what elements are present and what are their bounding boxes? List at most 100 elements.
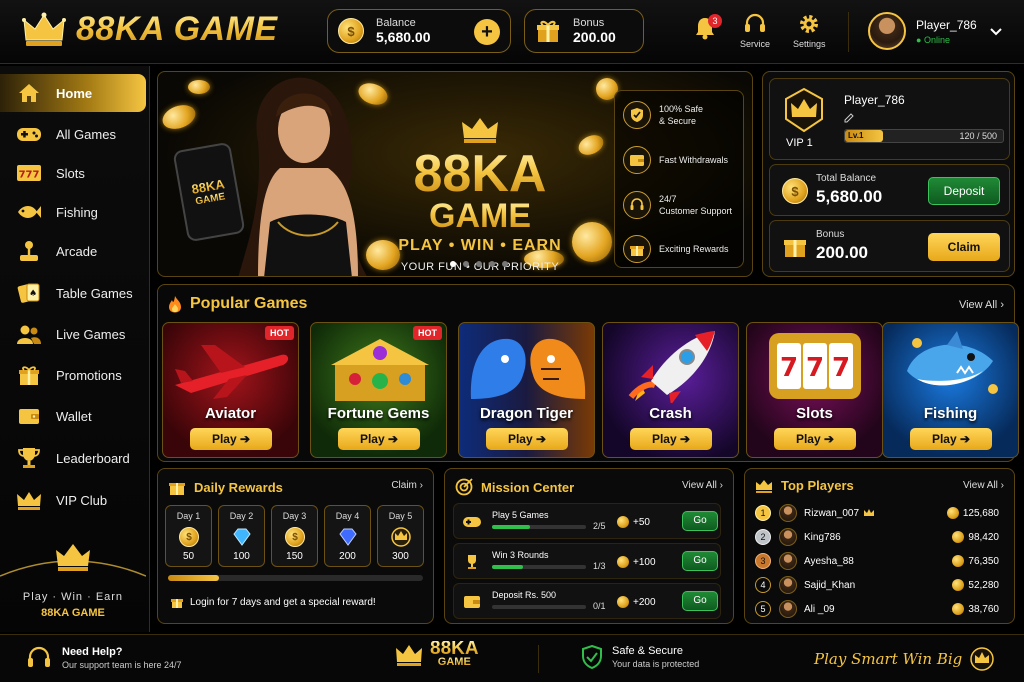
sidebar-item-vip-club[interactable]: VIP Club	[0, 481, 146, 519]
bonus-pill[interactable]: Bonus 200.00	[524, 9, 644, 53]
carousel-dots[interactable]	[450, 261, 508, 267]
hero-banner[interactable]: 88KA GAME 88KA GAME PLAY • WIN • EARN YO…	[157, 71, 753, 277]
deposit-button[interactable]: Deposit	[928, 177, 1000, 205]
game-card-slots[interactable]: 7 7 7 Slots Play ➔	[746, 322, 883, 458]
play-button[interactable]: Play ➔	[486, 428, 568, 450]
sidebar-item-wallet[interactable]: Wallet	[0, 397, 146, 435]
player-avatar	[779, 504, 797, 522]
balance-pill[interactable]: $ Balance 5,680.00 +	[327, 9, 511, 53]
sidebar-item-slots[interactable]: 777 Slots	[0, 154, 146, 192]
vip-username: Player_786	[844, 93, 905, 107]
banner-title: 88KA GAME PLAY • WIN • EARN YOUR FUN • O…	[380, 116, 580, 273]
mission-go-button[interactable]: Go	[682, 591, 718, 611]
wallet-icon	[16, 405, 42, 427]
sidebar-item-label: Promotions	[56, 367, 122, 383]
claim-bonus-button[interactable]: Claim	[928, 233, 1000, 261]
profile-menu[interactable]: Player_786 ● Online	[868, 8, 1018, 54]
carousel-dot[interactable]	[450, 261, 456, 267]
game-card-fishing[interactable]: Fishing Play ➔	[882, 322, 1019, 458]
carousel-dot[interactable]	[502, 261, 508, 267]
day-reward[interactable]: Day 5 300	[377, 505, 424, 567]
player-row[interactable]: 4 Sajid_Khan 52,280	[755, 575, 1005, 595]
player-name: Sajid_Khan	[804, 579, 856, 591]
view-all-link[interactable]: View All ›	[682, 480, 723, 491]
coin-icon: $	[179, 527, 199, 547]
hot-badge: HOT	[413, 326, 442, 340]
settings-button[interactable]: Settings	[793, 12, 826, 49]
player-row[interactable]: 3 Ayesha_88 76,350	[755, 551, 1005, 571]
carousel-dot[interactable]	[476, 261, 482, 267]
feature-item: 100% Safe & Secure	[623, 101, 703, 129]
help-block[interactable]: Need Help? Our support team is here 24/7	[26, 645, 182, 671]
balance-value: 5,680.00	[376, 29, 431, 45]
airplane-icon	[175, 345, 289, 399]
sidebar-item-label: All Games	[56, 126, 116, 142]
mission-go-button[interactable]: Go	[682, 511, 718, 531]
day-reward[interactable]: Day 3 $ 150	[271, 505, 318, 567]
gift-icon	[171, 599, 183, 608]
view-all-link[interactable]: View All ›	[959, 299, 1004, 311]
sidebar-item-arcade[interactable]: Arcade	[0, 232, 146, 270]
sidebar-item-label: Home	[56, 85, 93, 101]
vip-panel: VIP 1 Player_786 Lv.1 120 / 500 $ Total …	[762, 71, 1015, 277]
edit-icon[interactable]	[844, 113, 854, 123]
play-button[interactable]: Play ➔	[774, 428, 856, 450]
mission-go-button[interactable]: Go	[682, 551, 718, 571]
game-card-crash[interactable]: Crash Play ➔	[602, 322, 739, 458]
sidebar-item-table-games[interactable]: ♠ Table Games	[0, 274, 146, 312]
users-icon	[16, 323, 42, 345]
game-card-aviator[interactable]: HOT Aviator Play ➔	[162, 322, 299, 458]
home-icon	[16, 82, 42, 104]
carousel-dot[interactable]	[463, 261, 469, 267]
player-name: Ali _09	[804, 603, 835, 615]
sidebar-item-label: Table Games	[56, 285, 133, 301]
hot-badge: HOT	[265, 326, 294, 340]
game-card-fortune-gems[interactable]: HOT Fortune Gems Play ➔	[310, 322, 447, 458]
logo[interactable]: 88KA GAME	[22, 10, 278, 49]
sidebar-item-home[interactable]: Home	[0, 74, 146, 112]
day-reward[interactable]: Day 2 100	[218, 505, 265, 567]
player-name: King786	[804, 531, 841, 543]
banner-slogan: PLAY • WIN • EARN	[398, 237, 562, 254]
crown-badge-icon	[970, 647, 995, 671]
day-reward[interactable]: Day 1 $ 50	[165, 505, 212, 567]
gift-icon	[784, 240, 806, 257]
divider	[848, 12, 849, 52]
shield-check-icon	[582, 645, 602, 669]
coin-icon: $	[285, 527, 305, 547]
player-row[interactable]: 5 Ali _09 38,760	[755, 599, 1005, 619]
fish-icon	[16, 201, 42, 223]
player-row[interactable]: 2 King786 98,420	[755, 527, 1005, 547]
add-funds-button[interactable]: +	[474, 19, 500, 45]
mission-item: Win 3 Rounds 1/3 +100 Go	[453, 543, 721, 579]
day-reward[interactable]: Day 4 200	[324, 505, 371, 567]
play-button[interactable]: Play ➔	[910, 428, 992, 450]
panel-title: Daily Rewards	[168, 478, 283, 496]
sidebar-item-live-games[interactable]: Live Games	[0, 315, 146, 353]
player-score: 38,760	[952, 603, 999, 615]
play-button[interactable]: Play ➔	[630, 428, 712, 450]
daily-note: Login for 7 days and get a special rewar…	[170, 595, 376, 609]
svg-text:777: 777	[19, 170, 40, 181]
chevron-down-icon[interactable]	[990, 28, 1002, 36]
view-all-link[interactable]: View All ›	[963, 480, 1004, 491]
sidebar-item-all-games[interactable]: All Games	[0, 115, 146, 153]
sidebar-item-promotions[interactable]: Promotions	[0, 356, 146, 394]
coin-decoration	[159, 100, 199, 134]
balance-label: Balance	[376, 17, 416, 29]
service-button[interactable]: Service	[740, 12, 770, 49]
wallet-icon	[623, 146, 651, 174]
claim-link[interactable]: Claim ›	[391, 480, 423, 491]
sidebar-item-fishing[interactable]: Fishing	[0, 193, 146, 231]
carousel-dot[interactable]	[489, 261, 495, 267]
game-card-dragon-tiger[interactable]: Dragon Tiger Play ➔	[458, 322, 595, 458]
shield-check-icon	[623, 101, 651, 129]
sidebar-item-leaderboard[interactable]: Leaderboard	[0, 439, 146, 477]
footer-logo: 88KA GAME	[394, 639, 479, 668]
notifications-button[interactable]: 3	[694, 14, 722, 43]
sidebar-item-label: Slots	[56, 165, 85, 181]
player-row[interactable]: 1 Rizwan_007 125,680	[755, 503, 1005, 523]
play-button[interactable]: Play ➔	[338, 428, 420, 450]
play-button[interactable]: Play ➔	[190, 428, 272, 450]
sidebar-item-label: VIP Club	[56, 492, 108, 508]
